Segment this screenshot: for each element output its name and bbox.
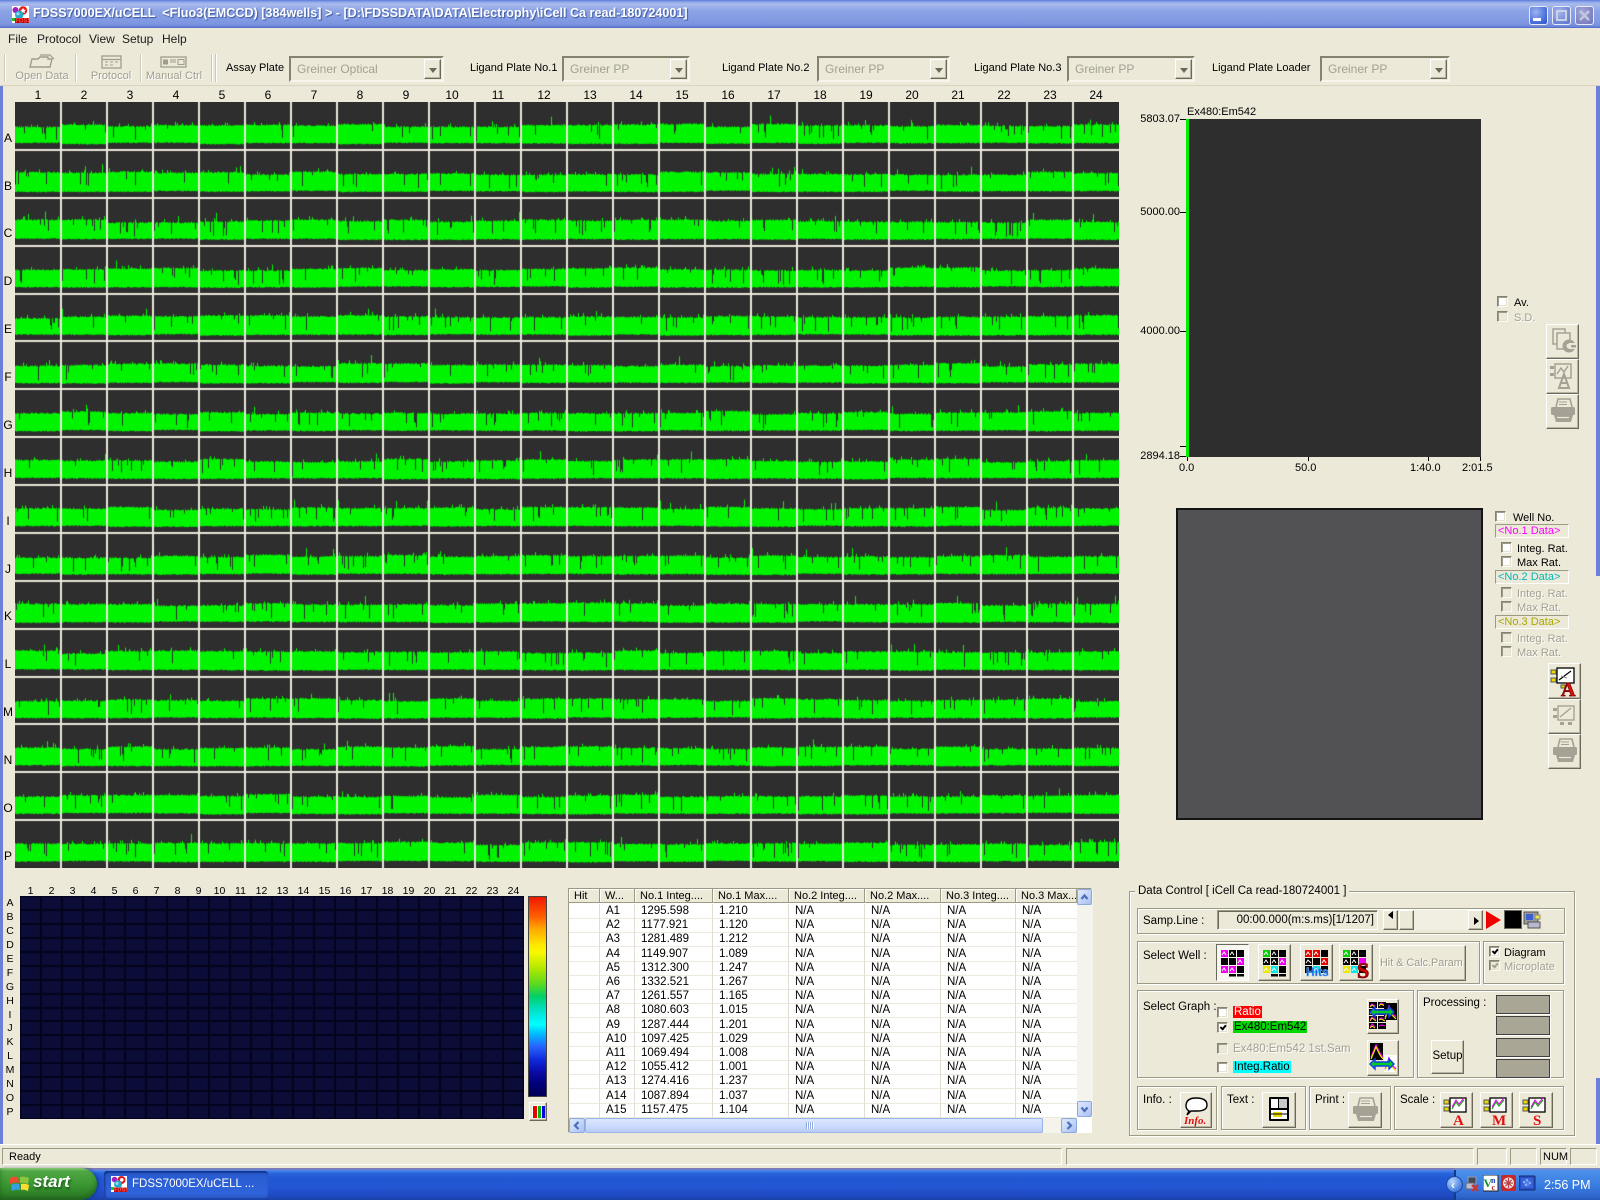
svg-text:S: S	[1357, 958, 1369, 980]
svg-text:A: A	[1561, 679, 1576, 698]
svg-text:A: A	[1453, 1113, 1464, 1127]
svg-text:FDSS: FDSS	[114, 1188, 127, 1193]
svg-text:Info.: Info.	[1183, 1115, 1206, 1127]
svg-text:c: c	[1492, 1183, 1496, 1192]
svg-text:FDSS: FDSS	[15, 19, 29, 23]
svg-text:S: S	[1533, 1113, 1541, 1127]
svg-text:Hits: Hits	[1306, 965, 1329, 979]
svg-text:M: M	[1492, 1113, 1506, 1127]
